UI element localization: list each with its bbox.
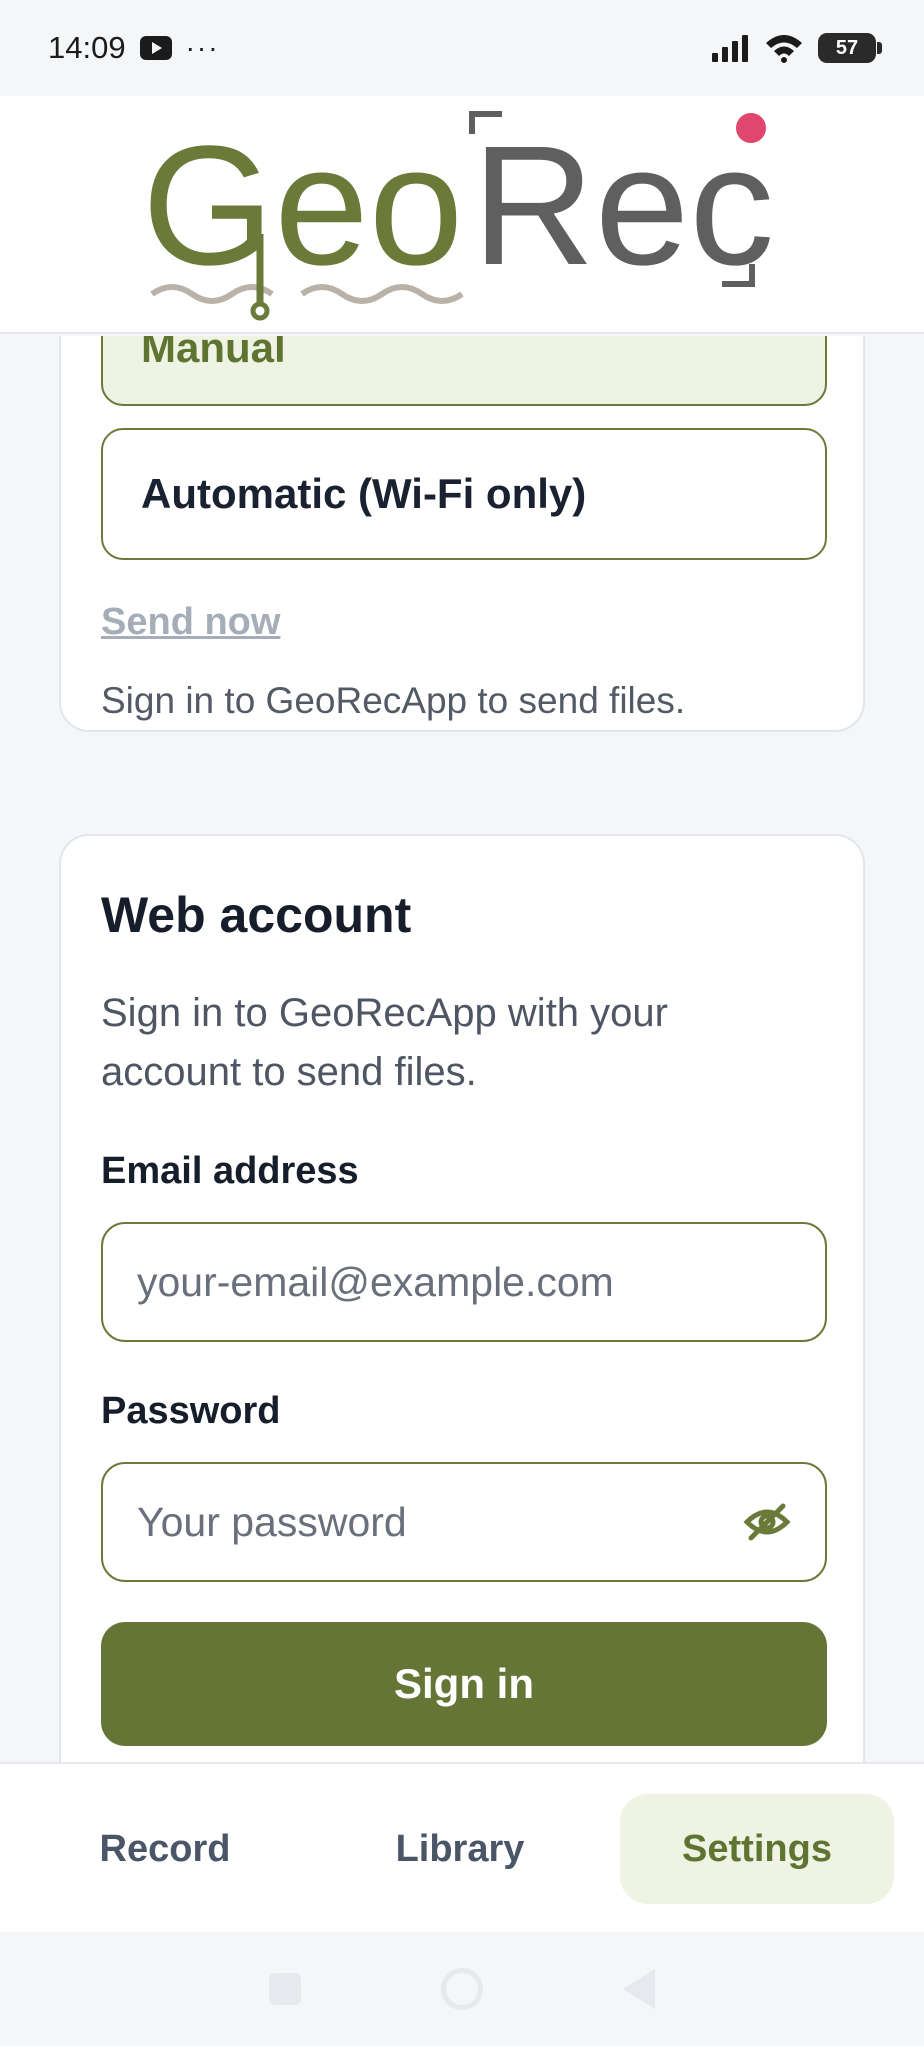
system-nav-bar (0, 1932, 924, 2046)
logo-rec-text: Rec (472, 111, 774, 301)
more-notifications-icon: ··· (185, 32, 220, 63)
status-right: 57 (710, 33, 882, 63)
bottom-nav: Record Library Settings (0, 1762, 924, 1932)
password-field[interactable] (101, 1462, 827, 1582)
email-field[interactable] (101, 1222, 827, 1342)
status-left: 14:09 ··· (48, 30, 220, 66)
wifi-icon (766, 35, 802, 63)
toggle-password-visibility-button[interactable] (741, 1498, 793, 1546)
battery-icon: 57 (818, 33, 882, 63)
status-time: 14:09 (48, 30, 126, 65)
upload-option-manual[interactable]: Manual (101, 336, 827, 406)
app-header: Geo Rec (0, 96, 924, 334)
email-label: Email address (101, 1150, 359, 1192)
sign-in-button[interactable]: Sign in (101, 1622, 827, 1746)
web-account-card: Web account Sign in to GeoRecApp with yo… (59, 834, 865, 1762)
settings-content[interactable]: Manual Automatic (Wi-Fi only) Send now S… (0, 336, 924, 1762)
nav-tab-settings[interactable]: Settings (620, 1794, 894, 1904)
eye-off-icon (743, 1503, 791, 1541)
upload-settings-card: Manual Automatic (Wi-Fi only) Send now S… (59, 336, 865, 732)
password-label: Password (101, 1390, 281, 1432)
web-account-title: Web account (101, 887, 412, 943)
back-icon[interactable] (623, 1969, 655, 2009)
web-account-description: Sign in to GeoRecApp with your account t… (101, 991, 668, 1094)
nav-tab-record[interactable]: Record (40, 1794, 290, 1904)
home-icon[interactable] (441, 1968, 483, 2010)
upload-option-automatic[interactable]: Automatic (Wi-Fi only) (101, 428, 827, 560)
screen: 14:09 ··· 57 Geo Rec Manual Automatic (W… (0, 0, 924, 2046)
logo-geo-text: Geo (142, 111, 463, 301)
georec-logo: Geo Rec (142, 111, 774, 321)
status-bar: 14:09 ··· 57 (0, 0, 924, 96)
recent-apps-icon[interactable] (269, 1973, 301, 2005)
youtube-icon (139, 36, 172, 60)
signal-icon (712, 35, 748, 62)
nav-tab-library[interactable]: Library (335, 1794, 585, 1904)
option-label: Automatic (Wi-Fi only) (141, 470, 587, 517)
send-now-link[interactable]: Send now (101, 601, 280, 644)
send-hint-text: Sign in to GeoRecApp to send files. (101, 680, 686, 721)
option-label: Manual (141, 336, 286, 371)
